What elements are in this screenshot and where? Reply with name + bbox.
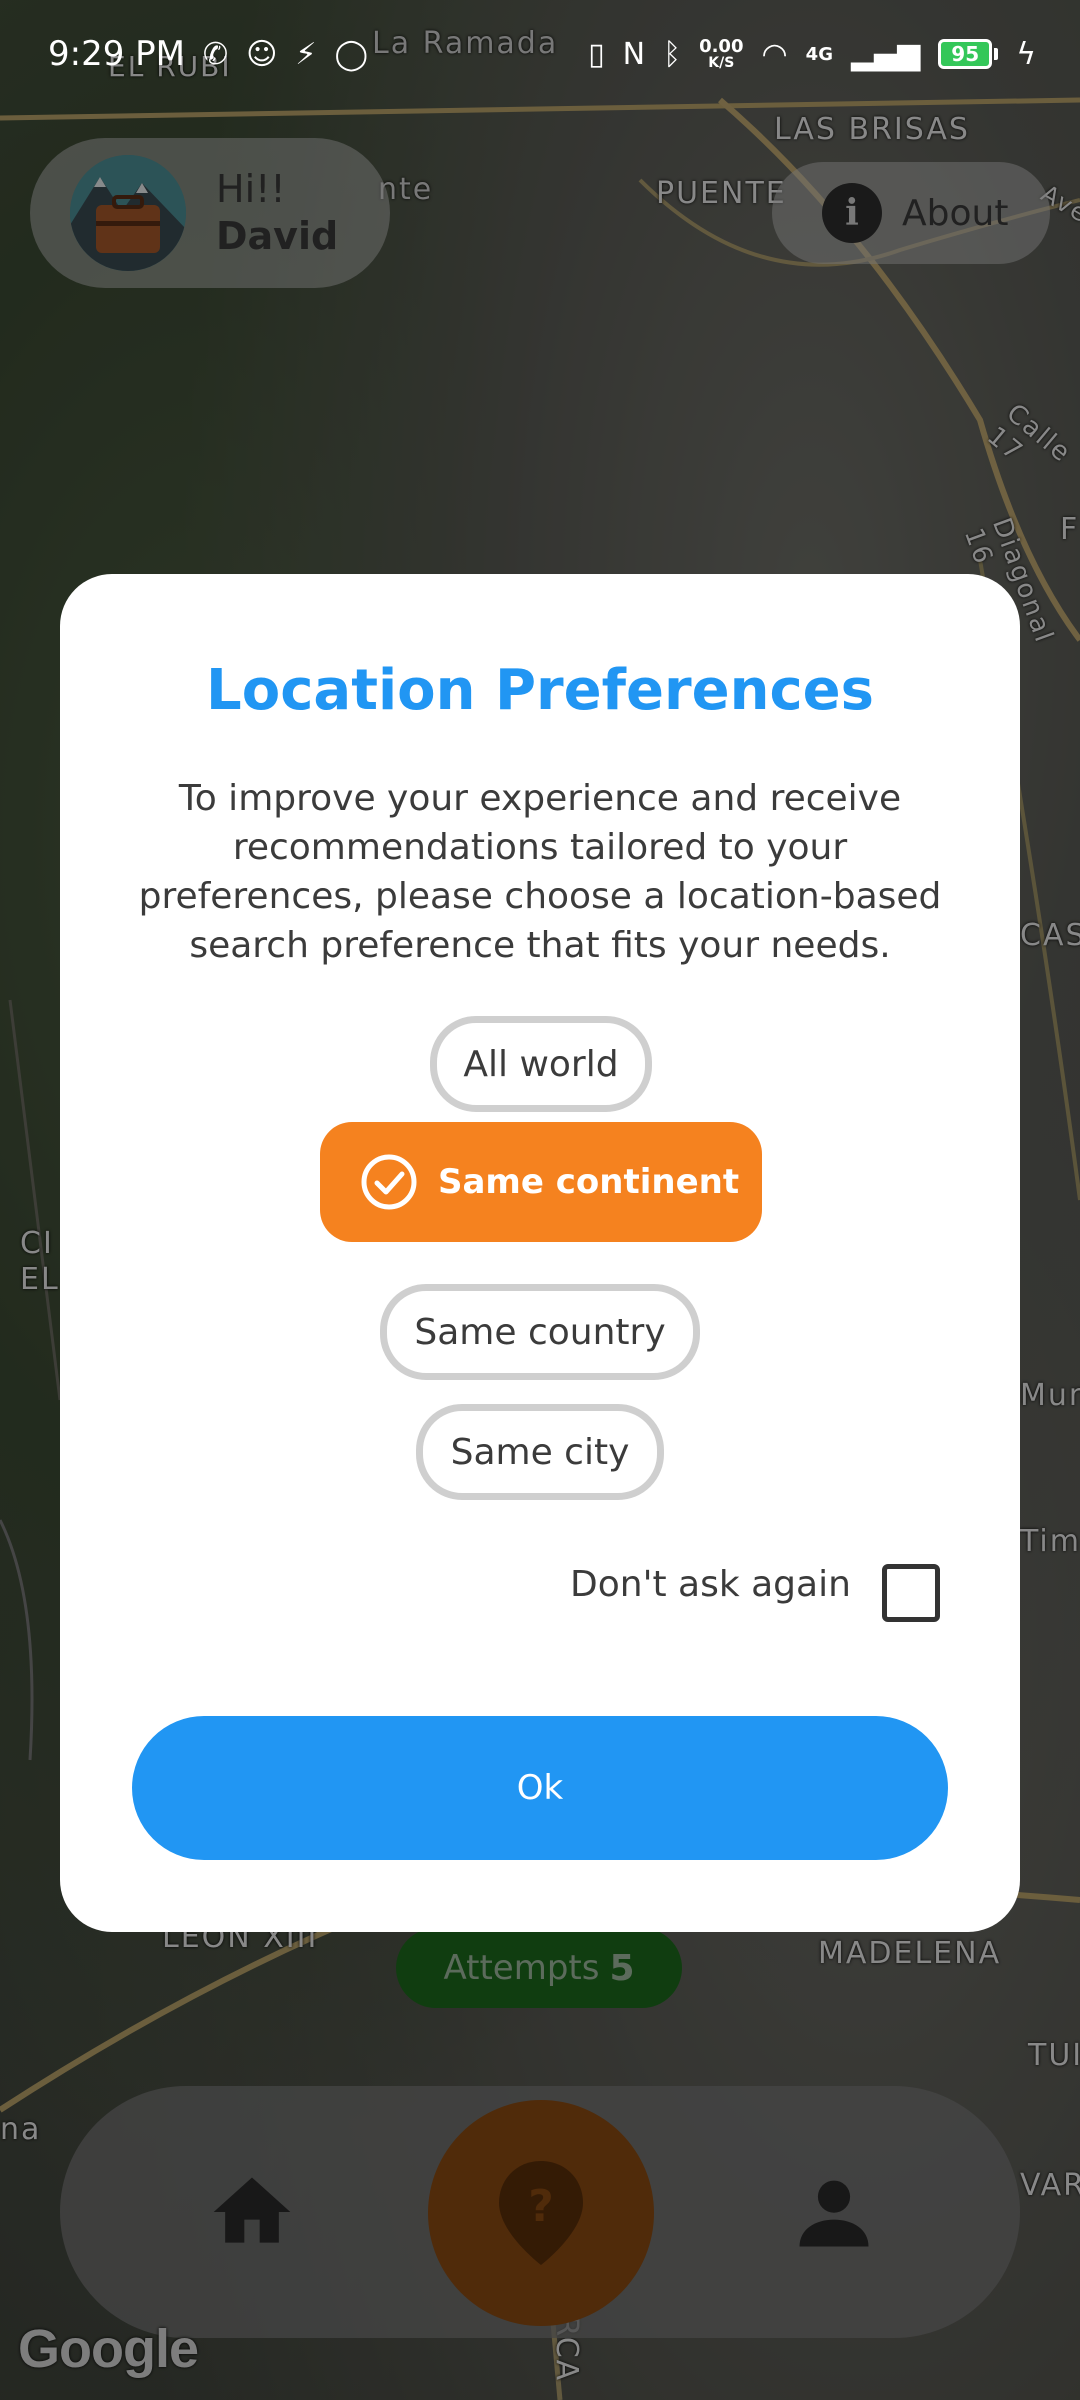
battery-level: 95 xyxy=(938,39,993,69)
ok-button[interactable]: Ok xyxy=(132,1716,948,1860)
signal-icon: ▂▄▆ xyxy=(850,36,921,72)
wifi-icon: ◠ xyxy=(761,36,788,72)
option-label: All world xyxy=(463,1043,619,1085)
check-circle-icon xyxy=(361,1154,417,1210)
network-speed-value: 0.00 xyxy=(699,36,744,57)
app-notification-icon: ☺ xyxy=(246,36,278,72)
option-same-continent[interactable]: Same continent xyxy=(320,1122,762,1242)
activity-icon: ⚡ xyxy=(295,36,317,72)
option-label: Same city xyxy=(450,1431,630,1473)
status-bar: 9:29 PM ✆ ☺ ⚡ ◯ ▯ N ᛒ 0.00 K/S ◠ 4G ▂▄▆ … xyxy=(0,0,1080,108)
dialog-title: Location Preferences xyxy=(206,658,874,723)
dialog-description: To improve your experience and receive r… xyxy=(138,778,942,966)
dont-ask-again-label: Don't ask again xyxy=(570,1564,851,1605)
battery-indicator: 95 xyxy=(938,39,999,69)
option-all-world[interactable]: All world xyxy=(430,1016,652,1112)
charging-icon: ϟ xyxy=(1016,36,1036,72)
network-speed-unit: K/S xyxy=(708,55,735,71)
option-label: Same continent xyxy=(438,1162,740,1202)
whatsapp-icon: ✆ xyxy=(203,36,229,72)
record-icon: ◯ xyxy=(334,36,369,72)
dont-ask-again-checkbox[interactable] xyxy=(882,1564,940,1622)
option-label: Same country xyxy=(414,1311,666,1353)
network-type: 4G xyxy=(805,43,833,65)
location-preferences-dialog: Location Preferences To improve your exp… xyxy=(60,574,1020,1932)
bluetooth-icon: ᛒ xyxy=(663,36,682,72)
vibrate-icon: ▯ xyxy=(588,36,605,72)
status-time: 9:29 PM xyxy=(48,34,185,74)
nfc-icon: N xyxy=(622,36,646,72)
option-same-country[interactable]: Same country xyxy=(380,1284,700,1380)
option-same-city[interactable]: Same city xyxy=(416,1404,664,1500)
